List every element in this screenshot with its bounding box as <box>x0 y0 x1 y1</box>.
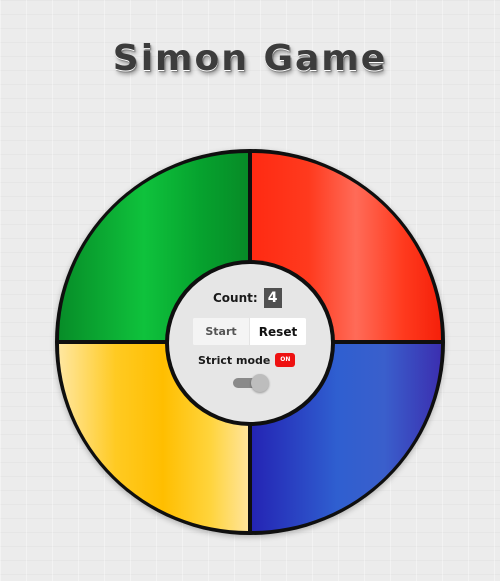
reset-button[interactable]: Reset <box>249 318 306 345</box>
strict-mode-indicator: ON <box>275 353 296 367</box>
strict-mode-label: Strict mode <box>198 353 271 367</box>
game-title: Simon Game <box>112 38 388 79</box>
button-group: Start Reset <box>193 318 306 345</box>
strict-mode-toggle[interactable] <box>231 374 269 392</box>
count-label: Count: <box>213 291 258 305</box>
start-button[interactable]: Start <box>193 318 249 345</box>
toggle-knob[interactable] <box>251 374 269 392</box>
count-value: 4 <box>263 288 282 308</box>
count-display: Count: 4 <box>213 287 282 309</box>
strict-mode-row: Strict mode ON <box>198 351 296 369</box>
